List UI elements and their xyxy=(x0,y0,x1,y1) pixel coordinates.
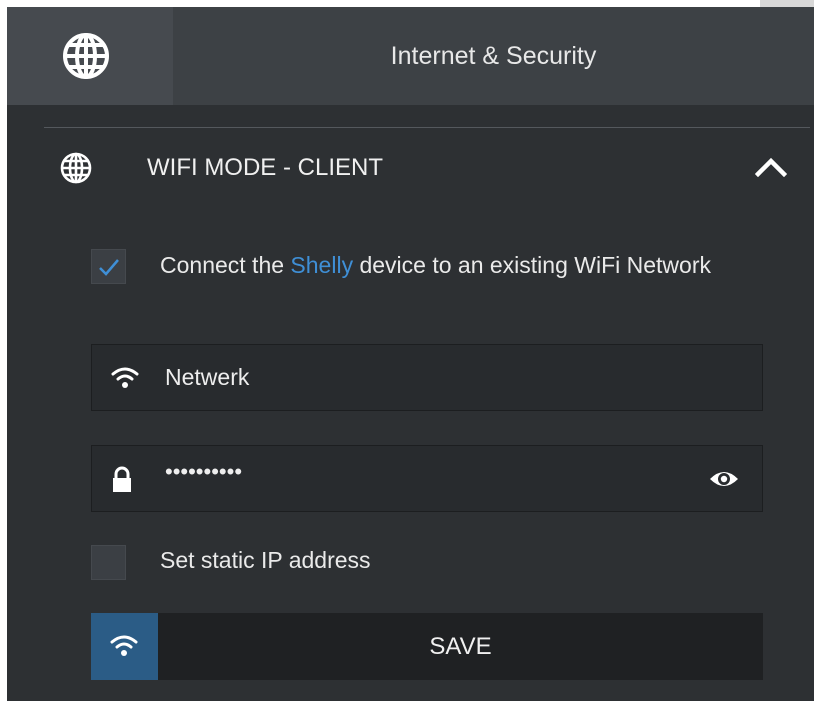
section-title: WIFI MODE - CLIENT xyxy=(147,154,383,181)
save-button[interactable]: SAVE xyxy=(91,613,763,680)
password-value: •••••••••• xyxy=(165,459,243,484)
lock-icon xyxy=(113,466,131,492)
eye-icon[interactable] xyxy=(708,468,740,490)
divider xyxy=(44,127,810,128)
connect-label-prefix: Connect the xyxy=(160,252,291,278)
header-icon-box xyxy=(7,7,173,105)
globe-icon xyxy=(60,152,92,184)
settings-panel: Internet & Security WIFI MODE - CLIENT C… xyxy=(7,7,814,701)
save-label: SAVE xyxy=(429,633,492,660)
static-ip-checkbox[interactable] xyxy=(91,545,126,580)
connect-wifi-label: Connect the Shelly device to an existing… xyxy=(160,251,750,279)
panel-header: Internet & Security xyxy=(7,7,814,105)
save-icon-box xyxy=(91,613,158,680)
globe-icon xyxy=(63,33,109,79)
chevron-up-icon[interactable] xyxy=(755,157,787,177)
ssid-input[interactable]: Netwerk xyxy=(91,344,763,411)
wifi-icon xyxy=(110,635,138,656)
checkmark-icon xyxy=(99,259,119,276)
wifi-icon xyxy=(111,367,139,388)
brand-name: Shelly xyxy=(290,252,354,278)
page-title: Internet & Security xyxy=(390,42,597,70)
static-ip-label: Set static IP address xyxy=(160,547,371,573)
password-input[interactable]: •••••••••• xyxy=(91,445,763,512)
ssid-value: Netwerk xyxy=(165,364,250,390)
wifi-mode-section-header[interactable]: WIFI MODE - CLIENT xyxy=(7,137,814,197)
connect-wifi-checkbox[interactable] xyxy=(91,249,126,284)
connect-label-suffix: device to an existing WiFi Network xyxy=(353,252,711,278)
